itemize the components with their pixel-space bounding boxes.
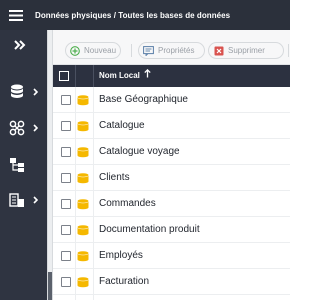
- table-row[interactable]: Catalogue voyage: [53, 139, 290, 165]
- row-name: Employés: [99, 250, 143, 261]
- delete-button-label: Supprimer: [228, 46, 265, 55]
- chevron-right-icon: [30, 81, 40, 103]
- plus-circle-icon: [70, 45, 80, 56]
- database-icon: [77, 121, 89, 132]
- column-divider: [75, 65, 76, 87]
- table-row[interactable]: Documentation produit: [53, 217, 290, 243]
- delete-button[interactable]: Supprimer: [208, 42, 284, 59]
- row-checkbox[interactable]: [61, 251, 71, 261]
- table-row[interactable]: Clients: [53, 165, 290, 191]
- table-row[interactable]: Employés: [53, 243, 290, 269]
- properties-icon: [143, 45, 154, 56]
- table-row[interactable]: Base Géographique: [53, 87, 290, 113]
- row-checkbox[interactable]: [61, 147, 71, 157]
- row-name: Clients: [99, 172, 130, 183]
- toolbar-divider: [288, 44, 289, 57]
- database-icon: [77, 251, 89, 262]
- database-icon: [77, 277, 89, 288]
- toolbar-divider: [131, 44, 132, 57]
- table-row[interactable]: Catalogue: [53, 113, 290, 139]
- row-checkbox[interactable]: [61, 199, 71, 209]
- hierarchy-blocks-icon: [6, 154, 28, 176]
- database-icon: [77, 199, 89, 210]
- chevron-right-icon: [30, 117, 40, 139]
- sidebar: [0, 30, 47, 300]
- building-layers-icon: [6, 189, 28, 211]
- row-name: Base Géographique: [99, 94, 188, 105]
- toolbar: Nouveau Propriétés Supprimer: [53, 30, 290, 65]
- databases-table: Nom Local Base Géographique Catalogue Ca…: [53, 65, 290, 300]
- row-checkbox[interactable]: [61, 121, 71, 131]
- select-all-checkbox[interactable]: [59, 71, 69, 81]
- row-name: Documentation produit: [99, 224, 200, 235]
- database-icon: [77, 225, 89, 236]
- double-chevron-right-icon[interactable]: [8, 37, 32, 53]
- new-button-label: Nouveau: [84, 46, 117, 55]
- splitter-handle[interactable]: [48, 272, 52, 300]
- top-bar: Données physiques / Toutes les bases de …: [0, 0, 290, 30]
- database-icon: [77, 147, 89, 158]
- table-row[interactable]: Facturation: [53, 269, 290, 295]
- hamburger-menu-icon[interactable]: [0, 0, 32, 30]
- row-name: Facturation: [99, 276, 150, 287]
- database-icon: [77, 173, 89, 184]
- database-icon: [6, 81, 28, 103]
- column-divider: [93, 65, 94, 87]
- delete-icon: [213, 45, 224, 56]
- row-checkbox[interactable]: [61, 225, 71, 235]
- row-checkbox[interactable]: [61, 277, 71, 287]
- row-checkbox[interactable]: [61, 173, 71, 183]
- database-icon: [77, 95, 89, 106]
- properties-button-label: Propriétés: [158, 46, 195, 55]
- sidebar-item-infrastructure[interactable]: [6, 189, 44, 211]
- column-header-label: Nom Local: [99, 71, 140, 80]
- table-row[interactable]: Commandes: [53, 191, 290, 217]
- column-header-name[interactable]: Nom Local: [99, 65, 151, 87]
- sidebar-item-models[interactable]: [6, 117, 44, 139]
- network-nodes-icon: [6, 117, 28, 139]
- sidebar-item-databases[interactable]: [6, 81, 44, 103]
- new-button[interactable]: Nouveau: [65, 42, 121, 59]
- properties-button[interactable]: Propriétés: [138, 42, 205, 59]
- row-checkbox[interactable]: [61, 95, 71, 105]
- table-header: Nom Local: [53, 65, 290, 87]
- sort-ascending-icon: [144, 65, 151, 87]
- breadcrumb: Données physiques / Toutes les bases de …: [35, 10, 231, 20]
- sidebar-item-hierarchy[interactable]: [6, 154, 44, 176]
- chevron-right-icon: [30, 189, 40, 211]
- row-name: Catalogue: [99, 120, 145, 131]
- row-name: Catalogue voyage: [99, 146, 180, 157]
- row-name: Commandes: [99, 198, 156, 209]
